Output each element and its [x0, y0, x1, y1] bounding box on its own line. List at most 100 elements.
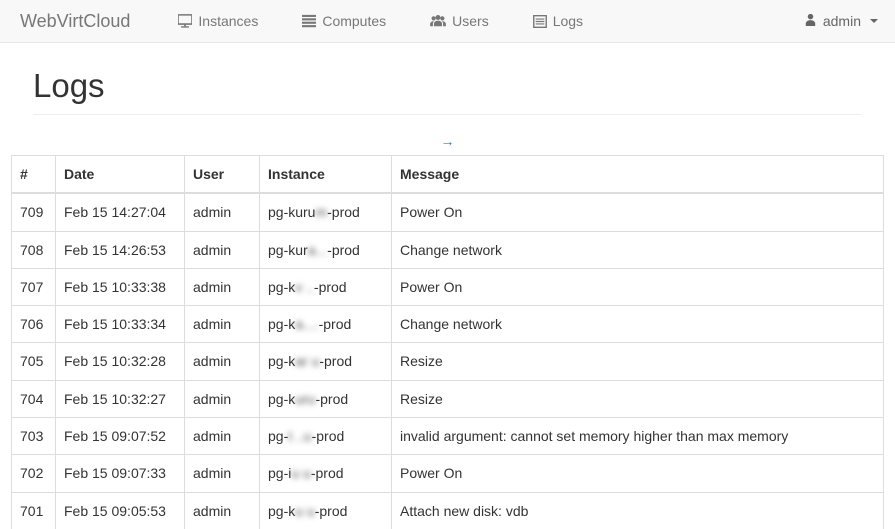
instance-prefix: pg-k — [268, 503, 295, 519]
nav-item-computes[interactable]: Computes — [287, 2, 401, 40]
log-row: 708 Feb 15 14:26:53 admin pg-kura...-pro… — [12, 231, 884, 268]
navbar: WebVirtCloud Instances Computes Users Lo… — [0, 0, 895, 43]
log-user: admin — [185, 231, 260, 268]
next-page-link[interactable]: → — [441, 133, 455, 149]
log-date: Feb 15 10:32:28 — [56, 343, 185, 380]
instance-suffix: -prod — [327, 204, 360, 220]
instance-prefix: pg-k — [268, 279, 295, 295]
log-row: 701 Feb 15 09:05:53 admin pg-ku u-prod A… — [12, 492, 884, 529]
log-instance: pg-kura...-prod — [260, 231, 392, 268]
log-user: admin — [185, 193, 260, 231]
instance-prefix: pg-kur — [268, 242, 308, 258]
log-id: 707 — [12, 268, 56, 305]
instance-prefix: pg-k — [268, 353, 295, 369]
log-id: 701 — [12, 492, 56, 529]
caret-down-icon — [870, 19, 878, 23]
log-date: Feb 15 14:26:53 — [56, 231, 185, 268]
instance-redacted: v .. — [295, 279, 314, 295]
log-instance: pg-kuru-prod — [260, 380, 392, 417]
instance-prefix: pg- — [268, 428, 288, 444]
log-date: Feb 15 09:07:52 — [56, 418, 185, 455]
instance-redacted: uru — [295, 391, 315, 407]
log-message: invalid argument: cannot set memory high… — [392, 418, 884, 455]
column-header-user: User — [185, 156, 260, 194]
column-header-instance: Instance — [260, 156, 392, 194]
log-id: 705 — [12, 343, 56, 380]
users-icon — [430, 14, 446, 28]
log-user: admin — [185, 492, 260, 529]
pagination: → — [0, 131, 895, 151]
instance-prefix: pg-k — [268, 316, 295, 332]
log-row: 706 Feb 15 10:33:34 admin pg-ka....-prod… — [12, 306, 884, 343]
log-instance: pg-kv ..-prod — [260, 268, 392, 305]
column-header-number: # — [12, 156, 56, 194]
log-row: 704 Feb 15 10:32:27 admin pg-kuru-prod R… — [12, 380, 884, 417]
log-row: 703 Feb 15 09:07:52 admin pg-t ..u-prod … — [12, 418, 884, 455]
log-message: Attach new disk: vdb — [392, 492, 884, 529]
nav-item-label: Computes — [322, 13, 386, 29]
instance-suffix: -prod — [315, 391, 348, 407]
logs-table-container: # Date User Instance Message 709 Feb 15 … — [11, 155, 884, 529]
log-instance: pg-kurum-prod — [260, 193, 392, 231]
log-id: 708 — [12, 231, 56, 268]
log-message: Power On — [392, 268, 884, 305]
log-id: 704 — [12, 380, 56, 417]
desktop-icon — [178, 14, 192, 28]
log-user: admin — [185, 306, 260, 343]
logs-table-body: 709 Feb 15 14:27:04 admin pg-kurum-prod … — [12, 193, 884, 529]
log-date: Feb 15 09:05:53 — [56, 492, 185, 529]
log-message: Change network — [392, 306, 884, 343]
log-message: Power On — [392, 193, 884, 231]
nav-item-logs[interactable]: Logs — [518, 2, 598, 40]
instance-suffix: -prod — [314, 279, 347, 295]
log-instance: pg-iu u-prod — [260, 455, 392, 492]
nav-item-instances[interactable]: Instances — [163, 2, 273, 40]
instance-suffix: -prod — [319, 353, 352, 369]
log-id: 706 — [12, 306, 56, 343]
page-header: Logs — [33, 68, 862, 115]
logs-table: # Date User Instance Message 709 Feb 15 … — [11, 155, 884, 529]
log-date: Feb 15 14:27:04 — [56, 193, 185, 231]
instance-suffix: -prod — [312, 428, 345, 444]
log-instance: pg-ku u-prod — [260, 492, 392, 529]
instance-suffix: -prod — [311, 465, 344, 481]
log-user: admin — [185, 455, 260, 492]
log-date: Feb 15 10:33:38 — [56, 268, 185, 305]
log-row: 705 Feb 15 10:32:28 admin pg-kar u-prod … — [12, 343, 884, 380]
user-menu[interactable]: admin — [787, 2, 895, 40]
user-icon — [804, 13, 817, 29]
log-id: 702 — [12, 455, 56, 492]
tasks-icon — [302, 14, 316, 28]
nav-item-users[interactable]: Users — [415, 2, 504, 40]
list-icon — [533, 15, 547, 28]
nav-item-label: Logs — [553, 13, 583, 29]
log-message: Resize — [392, 343, 884, 380]
instance-redacted: a.... — [295, 316, 318, 332]
log-id: 709 — [12, 193, 56, 231]
log-id: 703 — [12, 418, 56, 455]
instance-redacted: a... — [308, 242, 327, 258]
instance-prefix: pg-k — [268, 391, 295, 407]
log-user: admin — [185, 268, 260, 305]
instance-redacted: m — [315, 204, 327, 220]
instance-suffix: -prod — [315, 503, 348, 519]
log-date: Feb 15 10:33:34 — [56, 306, 185, 343]
log-row: 709 Feb 15 14:27:04 admin pg-kurum-prod … — [12, 193, 884, 231]
log-message: Change network — [392, 231, 884, 268]
log-row: 707 Feb 15 10:33:38 admin pg-kv ..-prod … — [12, 268, 884, 305]
log-date: Feb 15 09:07:33 — [56, 455, 185, 492]
instance-prefix: pg-i — [268, 465, 291, 481]
log-row: 702 Feb 15 09:07:33 admin pg-iu u-prod P… — [12, 455, 884, 492]
column-header-date: Date — [56, 156, 185, 194]
log-message: Power On — [392, 455, 884, 492]
instance-suffix: -prod — [327, 242, 360, 258]
log-user: admin — [185, 380, 260, 417]
nav-item-label: Users — [452, 13, 489, 29]
instance-redacted: ar u — [295, 353, 319, 369]
log-message: Resize — [392, 380, 884, 417]
instance-redacted: u u — [295, 503, 314, 519]
user-menu-label: admin — [823, 13, 861, 29]
log-instance: pg-kar u-prod — [260, 343, 392, 380]
brand-webvirtcloud[interactable]: WebVirtCloud — [0, 11, 145, 32]
log-date: Feb 15 10:32:27 — [56, 380, 185, 417]
